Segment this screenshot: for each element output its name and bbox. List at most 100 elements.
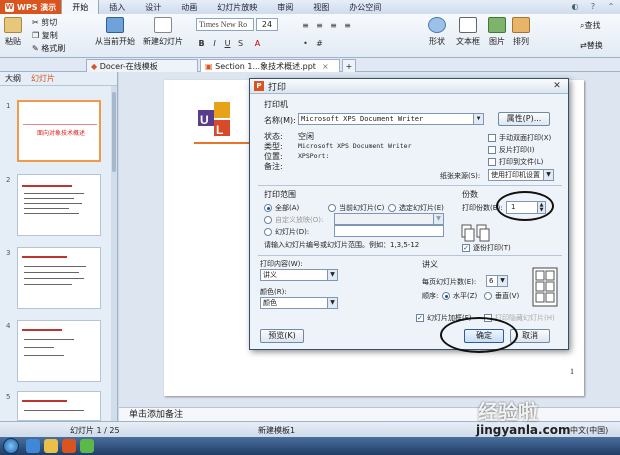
close-tab-icon[interactable]: × (322, 62, 329, 71)
printer-group-label: 打印机 (264, 100, 288, 109)
printer-name-select[interactable]: Microsoft XPS Document Writer ▼ (298, 113, 484, 125)
range-slides-radio[interactable]: 幻灯片(D): (264, 227, 309, 237)
cut-button[interactable]: ✂ 剪切 (32, 17, 57, 28)
tab-slideshow[interactable]: 幻灯片放映 (207, 0, 267, 14)
align-right-icon[interactable]: ≡ (328, 20, 339, 31)
thumb-number: 2 (6, 176, 11, 184)
align-left-icon[interactable]: ≡ (300, 20, 311, 31)
windows-taskbar (0, 437, 620, 455)
color-label: 颜色(R): (260, 288, 287, 296)
brush-icon: ✎ (32, 44, 39, 53)
from-current-button[interactable]: 从当前开始 (95, 17, 135, 47)
shape-button[interactable]: 形状 (428, 17, 446, 47)
strikethrough-icon[interactable]: S (235, 38, 246, 49)
tab-insert[interactable]: 插入 (99, 0, 135, 14)
slide-page-number: 1 (570, 367, 574, 376)
reverse-print-checkbox[interactable]: 反片打印(I) (488, 145, 535, 155)
ie-icon[interactable] (26, 439, 40, 453)
collate-checkbox[interactable]: ✓ 逐份打印(T) (462, 243, 511, 253)
font-family-select[interactable]: Times New Ro (196, 18, 254, 31)
italic-icon[interactable]: I (209, 38, 220, 49)
tab-slides[interactable]: 幻灯片 (26, 73, 60, 84)
font-color-icon[interactable]: A (252, 38, 263, 49)
new-slide-button[interactable]: 新建幻灯片 (143, 17, 183, 47)
bold-icon[interactable]: B (196, 38, 207, 49)
paste-button[interactable]: 粘贴 (4, 17, 22, 47)
range-current-radio[interactable]: 当前幻灯片(C) (328, 203, 384, 213)
close-icon[interactable]: ✕ (550, 81, 564, 92)
printer-properties-button[interactable]: 属性(P)... (498, 112, 550, 126)
svg-text:L: L (216, 123, 223, 137)
tab-outline[interactable]: 大纲 (0, 73, 26, 84)
home-toolbar: 粘贴 ✂ 剪切 ❐ 复制 ✎ 格式刷 从当前开始 新建幻灯片 Times New… (0, 14, 620, 58)
status-value: 空闲 (298, 132, 314, 141)
underline-icon[interactable]: U (222, 38, 233, 49)
textbox-button[interactable]: 文本框 (456, 17, 480, 47)
align-center-icon[interactable]: ≡ (314, 20, 325, 31)
doc-tab-docer[interactable]: ◆ Docer-在线模板 (86, 59, 198, 72)
doc-tab-presentation[interactable]: ▣ Section 1...象技术概述.ppt × (200, 59, 340, 72)
explorer-icon[interactable] (44, 439, 58, 453)
picture-button[interactable]: 图片 (488, 17, 506, 47)
wps-menu-button[interactable]: W WPS 演示 (0, 0, 62, 14)
slide-thumbnail[interactable] (17, 320, 101, 382)
notes-area[interactable]: 单击添加备注 (119, 407, 620, 421)
tab-home[interactable]: 开始 (61, 0, 100, 14)
shape-icon (428, 17, 446, 33)
arrange-button[interactable]: 排列 (512, 17, 530, 47)
collapse-ribbon-icon[interactable]: ⌃ (605, 2, 617, 12)
order-vertical-radio[interactable]: 垂直(V) (484, 291, 519, 301)
tab-animation[interactable]: 动画 (171, 0, 207, 14)
slide-range-input[interactable] (334, 225, 444, 237)
chevron-down-icon: ▼ (543, 170, 553, 180)
docer-icon: ◆ (91, 61, 98, 71)
find-button[interactable]: ⌕ 查找 (580, 20, 600, 31)
chevron-down-icon: ▼ (473, 114, 483, 124)
range-custom-radio[interactable]: 自定义放映(O): (264, 215, 323, 225)
per-page-select[interactable]: 6 ▼ (486, 275, 508, 287)
panel-scrollbar[interactable] (111, 86, 117, 421)
start-button[interactable] (3, 438, 19, 454)
replace-icon: ⇄ (580, 41, 587, 50)
replace-button[interactable]: ⇄ 替换 (580, 40, 603, 51)
help-icon[interactable]: ? (587, 2, 599, 12)
tab-office-space[interactable]: 办公空间 (339, 0, 391, 14)
justify-icon[interactable]: ≡ (342, 20, 353, 31)
print-what-select[interactable]: 讲义 ▼ (260, 269, 338, 281)
print-what-label: 打印内容(W): (260, 260, 303, 268)
skin-icon[interactable]: ◐ (569, 2, 581, 12)
print-to-file-checkbox[interactable]: 打印到文件(L) (488, 157, 543, 167)
paper-source-select[interactable]: 使用打印机设置 ▼ (488, 169, 554, 181)
annotation-circle (496, 191, 554, 221)
watermark-url: jingyanla.com (476, 423, 571, 437)
bullets-icon[interactable]: • (300, 38, 311, 49)
numbering-icon[interactable]: # (314, 38, 325, 49)
range-all-radio[interactable]: 全部(A) (264, 203, 299, 213)
collate-preview-icon (461, 224, 490, 242)
tab-review[interactable]: 审阅 (267, 0, 303, 14)
format-painter-button[interactable]: ✎ 格式刷 (32, 43, 65, 54)
chevron-down-icon: ▼ (327, 270, 337, 280)
preview-button[interactable]: 预览(K) (260, 329, 304, 343)
tab-design[interactable]: 设计 (135, 0, 171, 14)
language-status: 中文(中国) (570, 426, 609, 435)
order-horizontal-radio[interactable]: 水平(Z) (442, 291, 477, 301)
slide-thumbnail[interactable] (17, 174, 101, 236)
handout-layout-icon (532, 267, 558, 307)
printer-name-label: 名称(M): (264, 116, 296, 125)
theme-name: 新建模板1 (258, 426, 296, 435)
range-selection-radio[interactable]: 选定幻灯片(E) (388, 203, 444, 213)
copy-button[interactable]: ❐ 复制 (32, 30, 58, 41)
manual-duplex-checkbox[interactable]: 手动双面打印(X) (488, 133, 551, 143)
color-select[interactable]: 颜色 ▼ (260, 297, 338, 309)
slide-thumbnail[interactable]: 面向对象技术概述 (17, 100, 101, 162)
app-icon[interactable] (80, 439, 94, 453)
custom-show-select[interactable]: ▼ (334, 213, 444, 225)
new-tab-button[interactable]: + (342, 59, 356, 72)
slide-counter: 幻灯片 1 / 25 (70, 426, 120, 435)
tab-view[interactable]: 视图 (303, 0, 339, 14)
font-size-select[interactable]: 24 (256, 18, 278, 31)
slide-thumbnail[interactable] (17, 247, 101, 309)
wps-taskbar-icon[interactable] (62, 439, 76, 453)
slide-thumbnail[interactable] (17, 391, 101, 421)
